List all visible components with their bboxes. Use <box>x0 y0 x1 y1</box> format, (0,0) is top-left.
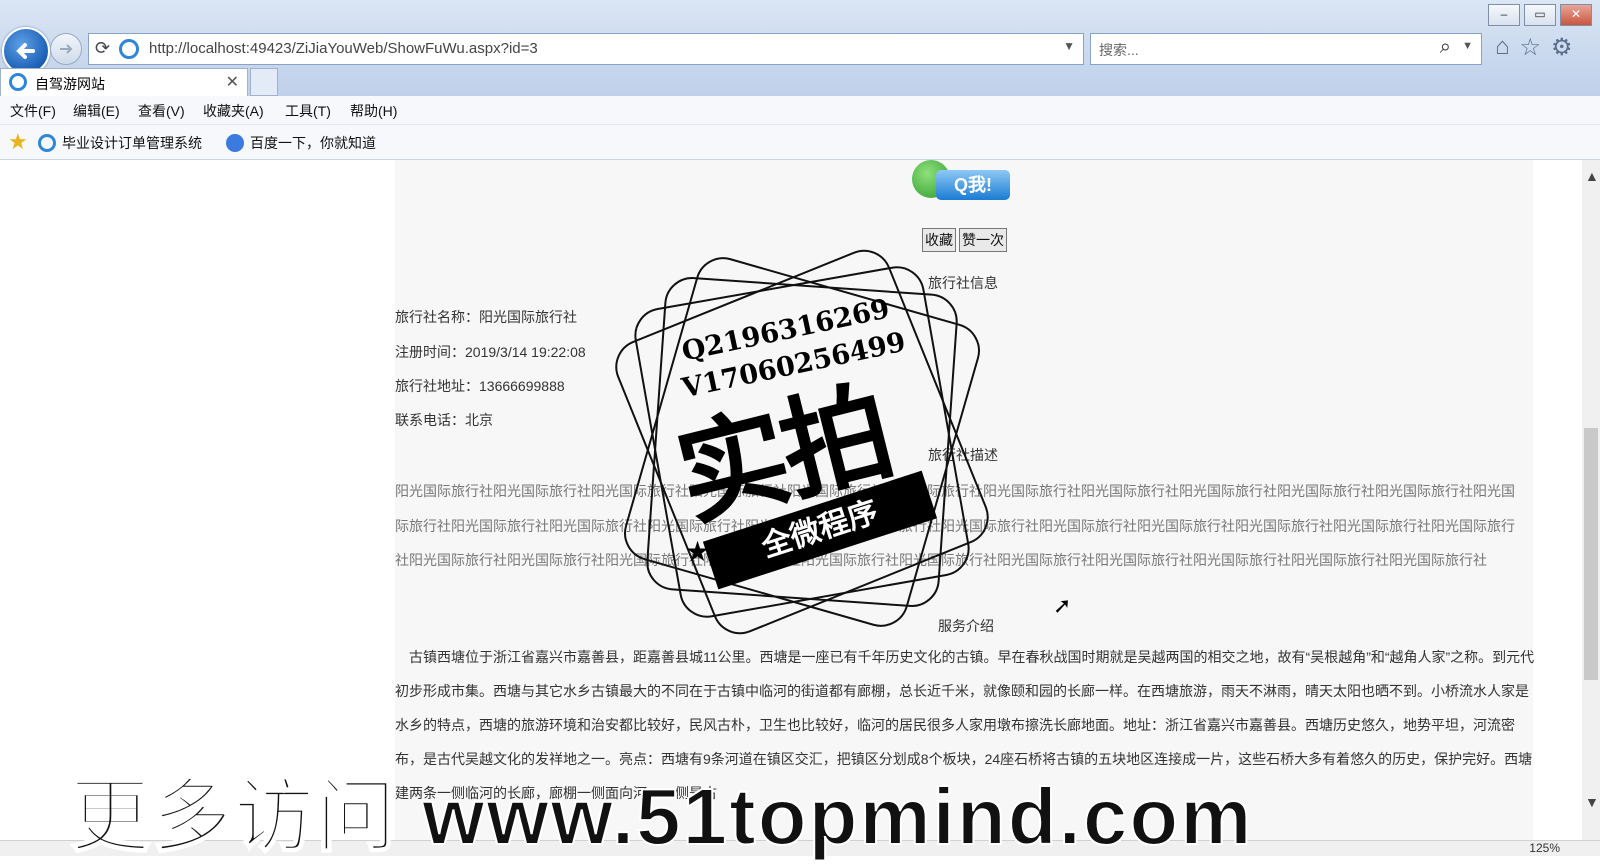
close-window-button[interactable]: ✕ <box>1560 4 1592 26</box>
ie-icon <box>38 134 56 152</box>
window-controls: – ▭ ✕ <box>1488 4 1592 26</box>
refresh-icon[interactable]: ⟳ <box>95 38 110 59</box>
scroll-down-icon[interactable]: ▼ <box>1585 794 1599 810</box>
menu-file[interactable]: 文件(F) <box>10 101 56 121</box>
favorites-star-icon[interactable]: ☆ <box>1520 33 1542 62</box>
menu-favorites[interactable]: 收藏夹(A) <box>203 101 264 121</box>
search-placeholder[interactable]: 搜索... <box>1099 40 1139 60</box>
restore-button[interactable]: ▭ <box>1524 4 1556 26</box>
mouse-cursor-icon: ➚ <box>1053 593 1072 618</box>
baidu-paw-icon <box>226 134 244 152</box>
menu-edit[interactable]: 编辑(E) <box>73 101 120 121</box>
star-icon: ★ <box>905 481 931 512</box>
gear-icon[interactable]: ⚙ <box>1551 33 1573 62</box>
menu-view[interactable]: 查看(V) <box>138 101 185 121</box>
agency-address: 旅行社地址：13666699888 <box>395 378 565 394</box>
agency-name: 旅行社名称：阳光国际旅行社 <box>395 309 577 325</box>
menu-tools[interactable]: 工具(T) <box>285 101 331 121</box>
favorite-label: 毕业设计订单管理系统 <box>62 135 202 151</box>
watermark-stamp: Q2196316269 V17060256499 实拍 全微程序 ★ ★ <box>606 241 998 643</box>
tab-title: 自驾游网站 <box>35 76 105 92</box>
home-icon[interactable]: ⌂ <box>1495 33 1510 62</box>
qq-contact-button[interactable]: Q我! <box>912 160 1012 204</box>
agency-registered: 注册时间：2019/3/14 19:22:08 <box>395 344 586 360</box>
tab-active[interactable]: 自驾游网站 ✕ <box>0 68 248 96</box>
star-icon: ★ <box>685 536 711 567</box>
qq-label: Q我! <box>936 170 1010 200</box>
zoom-level[interactable]: 125% <box>1529 841 1560 855</box>
forward-button[interactable] <box>50 33 82 65</box>
favorite-label: 百度一下，你就知道 <box>250 135 376 151</box>
address-url[interactable]: http://localhost:49423/ZiJiaYouWeb/ShowF… <box>149 40 538 57</box>
search-icon[interactable]: ⌕ <box>1440 36 1451 59</box>
new-tab-button[interactable] <box>250 68 278 96</box>
arrow-right-icon <box>60 44 73 54</box>
favorite-link-1[interactable]: 毕业设计订单管理系统 <box>38 133 202 153</box>
address-dropdown-icon[interactable]: ▼ <box>1063 39 1075 53</box>
menu-bar: 文件(F) 编辑(E) 查看(V) 收藏夹(A) 工具(T) 帮助(H) <box>0 96 1600 125</box>
favorite-link-2[interactable]: 百度一下，你就知道 <box>226 133 376 153</box>
menu-help[interactable]: 帮助(H) <box>350 101 397 121</box>
agency-phone: 联系电话：北京 <box>395 412 493 428</box>
favorites-star-icon[interactable]: ★ <box>8 129 28 155</box>
toolbar-icons: ⌂ ☆ ⚙ <box>1495 33 1573 62</box>
vertical-scrollbar[interactable]: ▲ ▼ <box>1582 160 1600 840</box>
favorites-bar: ★ 毕业设计订单管理系统 百度一下，你就知道 <box>0 125 1600 160</box>
search-box[interactable]: 搜索... ⌕ ▼ <box>1090 33 1482 65</box>
arrow-left-icon <box>16 43 35 59</box>
address-bar[interactable]: ⟳ http://localhost:49423/ZiJiaYouWeb/Sho… <box>88 33 1084 65</box>
scroll-up-icon[interactable]: ▲ <box>1585 168 1599 184</box>
search-dropdown-icon[interactable]: ▼ <box>1462 40 1473 52</box>
ie-icon <box>119 39 139 59</box>
minimize-button[interactable]: – <box>1488 4 1520 26</box>
watermark-bottom-text: 更多访问 www.51topmind.com <box>69 771 1254 862</box>
close-tab-icon[interactable]: ✕ <box>226 72 239 92</box>
scroll-thumb[interactable] <box>1584 428 1598 680</box>
ie-icon <box>9 73 27 91</box>
